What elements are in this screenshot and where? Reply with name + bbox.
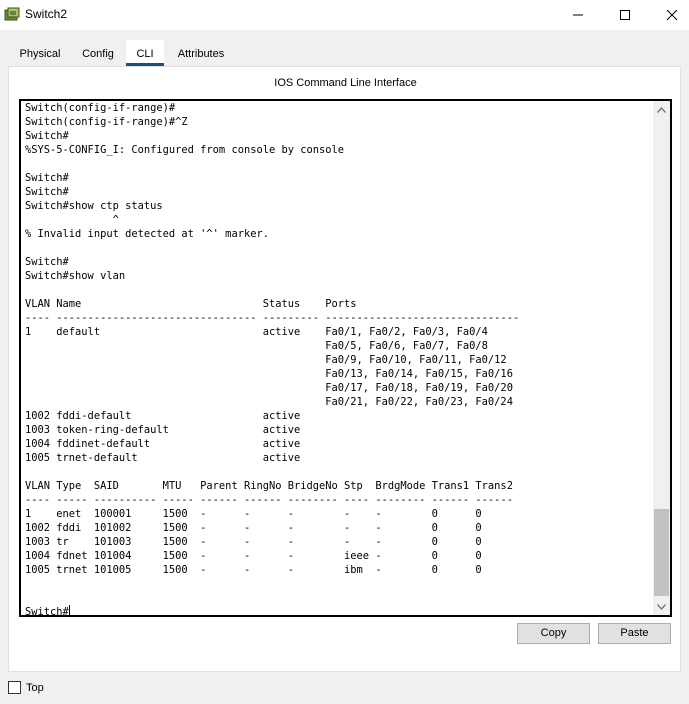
tab-config[interactable]: Config <box>76 40 120 66</box>
terminal-output: Switch(config-if-range)# Switch(config-if… <box>25 101 519 619</box>
terminal-line: 1 enet 100001 1500 - - - - - 0 0 <box>25 508 482 520</box>
terminal-line: Fa0/17, Fa0/18, Fa0/19, Fa0/20 <box>25 382 513 394</box>
terminal-line: Switch#show ctp status <box>25 200 163 212</box>
terminal-line: %SYS-5-CONFIG_I: Configured from console… <box>25 144 345 156</box>
terminal-line: Switch# <box>25 256 69 268</box>
chevron-up-icon <box>657 106 666 113</box>
terminal-line: % Invalid input detected at '^' marker. <box>25 228 269 240</box>
terminal-line: 1003 token-ring-default active <box>25 424 301 436</box>
terminal-line: Switch# <box>25 186 69 198</box>
cli-terminal[interactable]: Switch(config-if-range)# Switch(config-if… <box>19 99 672 619</box>
window-title: Switch2 <box>25 7 68 21</box>
terminal-line: 1004 fdnet 101004 1500 - - - ieee - 0 0 <box>25 550 482 562</box>
close-button[interactable] <box>649 0 689 30</box>
scroll-thumb[interactable] <box>654 509 669 596</box>
terminal-line: Switch#show vlan <box>25 270 126 282</box>
cli-heading: IOS Command Line Interface <box>274 77 417 89</box>
terminal-line: 1003 tr 101003 1500 - - - - - 0 0 <box>25 536 482 548</box>
terminal-line: ---- ----- ---------- ----- ------ -----… <box>25 494 513 506</box>
terminal-line: 1002 fddi-default active <box>25 410 301 422</box>
terminal-line: 1 default active Fa0/1, Fa0/2, Fa0/3, Fa… <box>25 326 488 338</box>
scroll-up-button[interactable] <box>653 101 670 118</box>
terminal-line: Switch# <box>25 130 69 142</box>
terminal-line: 1002 fddi 101002 1500 - - - - - 0 0 <box>25 522 482 534</box>
terminal-line: Switch# <box>25 605 70 618</box>
terminal-line: ---- -------------------------------- --… <box>25 312 520 324</box>
terminal-line: Switch# <box>25 172 69 184</box>
tab-cli[interactable]: CLI <box>126 40 164 66</box>
title-bar: Switch2 <box>0 0 689 30</box>
minimize-button[interactable] <box>555 0 601 30</box>
terminal-line: 1005 trnet 101005 1500 - - - ibm - 0 0 <box>25 564 482 576</box>
maximize-icon <box>620 10 630 20</box>
terminal-line: ^ <box>25 214 119 226</box>
switch-app-icon <box>4 7 20 23</box>
terminal-scrollbar[interactable] <box>653 101 670 615</box>
tab-physical[interactable]: Physical <box>10 40 70 66</box>
paste-button[interactable]: Paste <box>598 623 671 644</box>
top-checkbox[interactable] <box>8 681 21 694</box>
terminal-line: Fa0/21, Fa0/22, Fa0/23, Fa0/24 <box>25 396 513 408</box>
terminal-line: Fa0/13, Fa0/14, Fa0/15, Fa0/16 <box>25 368 513 380</box>
scroll-down-button[interactable] <box>653 598 670 615</box>
top-label: Top <box>26 682 44 694</box>
terminal-line: VLAN Name Status Ports <box>25 298 357 310</box>
chevron-down-icon <box>657 603 666 610</box>
terminal-line: VLAN Type SAID MTU Parent RingNo BridgeN… <box>25 480 513 492</box>
close-icon <box>667 10 677 20</box>
terminal-line: Fa0/9, Fa0/10, Fa0/11, Fa0/12 <box>25 354 507 366</box>
terminal-line: 1005 trnet-default active <box>25 452 301 464</box>
cli-panel: IOS Command Line Interface Switch(config… <box>8 66 681 672</box>
maximize-button[interactable] <box>602 0 648 30</box>
terminal-line: Fa0/5, Fa0/6, Fa0/7, Fa0/8 <box>25 340 488 352</box>
terminal-line: Switch(config-if-range)#^Z <box>25 116 188 128</box>
minimize-icon <box>573 14 583 16</box>
tab-attributes[interactable]: Attributes <box>170 40 232 66</box>
copy-button[interactable]: Copy <box>517 623 590 644</box>
text-cursor <box>68 605 70 617</box>
terminal-line: Switch(config-if-range)# <box>25 102 176 114</box>
terminal-line: 1004 fddinet-default active <box>25 438 301 450</box>
